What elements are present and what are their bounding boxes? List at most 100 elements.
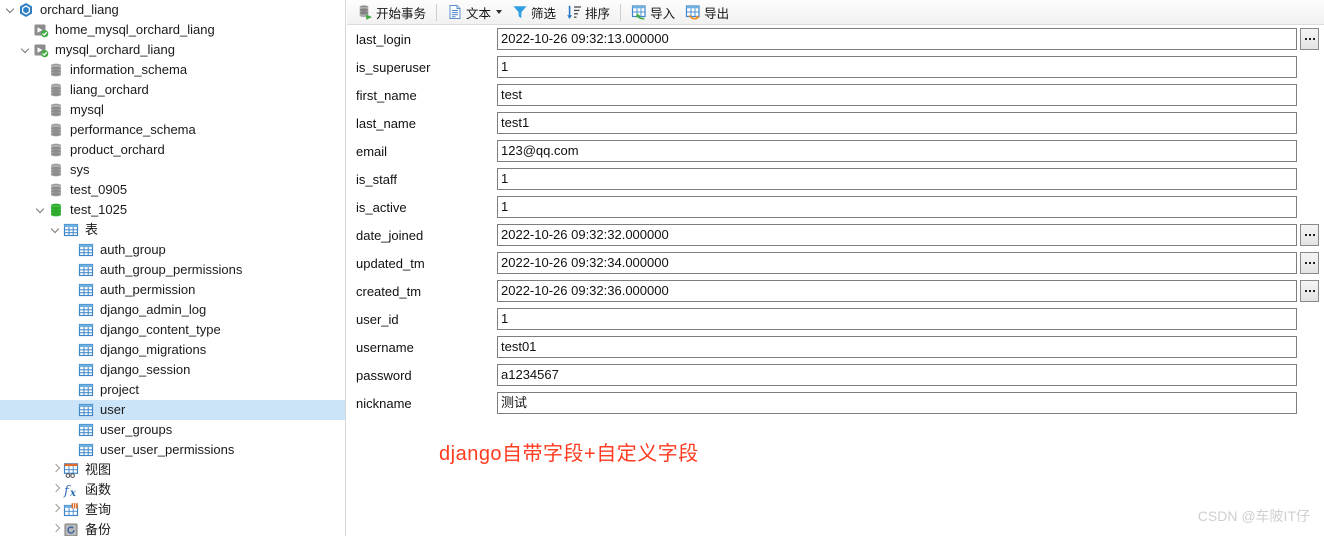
- tree-item-test_1025[interactable]: test_1025: [0, 200, 345, 220]
- field-input-updated_tm[interactable]: 2022-10-26 09:32:34.000000: [497, 252, 1297, 274]
- toolbar-button-import[interactable]: 导入: [626, 2, 680, 23]
- record-form[interactable]: last_login 2022-10-26 09:32:13.000000 is_s…: [347, 25, 1324, 536]
- tree-item-django_session[interactable]: django_session: [0, 360, 345, 380]
- tree-item-label: django_session: [100, 362, 191, 377]
- field-label-is_active: is_active: [356, 200, 407, 215]
- table-icon: [78, 302, 96, 318]
- tree-item-performance_schema[interactable]: performance_schema: [0, 120, 345, 140]
- field-label-password: password: [356, 368, 412, 383]
- database-icon: [48, 122, 66, 138]
- field-input-is_superuser[interactable]: 1: [497, 56, 1297, 78]
- tree-item-user_groups[interactable]: user_groups: [0, 420, 345, 440]
- field-input-last_name[interactable]: test1: [497, 112, 1297, 134]
- field-input-user_id[interactable]: 1: [497, 308, 1297, 330]
- field-label-nickname: nickname: [356, 396, 412, 411]
- tree-item-home_mysql_orchard_liang[interactable]: home_mysql_orchard_liang: [0, 20, 345, 40]
- tree-item-django_migrations[interactable]: django_migrations: [0, 340, 345, 360]
- field-input-nickname[interactable]: 测试: [497, 392, 1297, 414]
- tree-item-test_0905[interactable]: test_0905: [0, 180, 345, 200]
- field-editor-button-updated_tm[interactable]: [1300, 252, 1319, 274]
- field-input-first_name[interactable]: test: [497, 84, 1297, 106]
- field-input-password[interactable]: a1234567: [497, 364, 1297, 386]
- field-label-first_name: first_name: [356, 88, 417, 103]
- field-editor-button-date_joined[interactable]: [1300, 224, 1319, 246]
- chevron-down-icon[interactable]: [496, 10, 503, 14]
- chevron-right-icon[interactable]: [49, 480, 63, 500]
- form-toolbar[interactable]: 开始事务 文本 筛选 排序 导入 导出: [347, 0, 1324, 25]
- chevron-right-icon[interactable]: [49, 460, 63, 480]
- field-input-date_joined[interactable]: 2022-10-26 09:32:32.000000: [497, 224, 1297, 246]
- functions-icon: fx: [63, 482, 81, 498]
- tree-item-label: 备份: [85, 522, 112, 536]
- toolbar-button-sort[interactable]: 排序: [561, 2, 615, 23]
- export-icon: [685, 4, 701, 20]
- sort-icon: [566, 4, 582, 20]
- table-icon: [78, 242, 96, 258]
- csdn-watermark: CSDN @车陂IT仔: [1197, 508, 1310, 524]
- annotation-text: django自带字段+自定义字段: [439, 443, 699, 465]
- chevron-down-icon[interactable]: [4, 0, 18, 20]
- chevron-down-icon[interactable]: [19, 40, 33, 60]
- chevron-right-icon[interactable]: [49, 500, 63, 520]
- tree-item-视图[interactable]: 视图: [0, 460, 345, 480]
- tree-item-mysql_orchard_liang[interactable]: mysql_orchard_liang: [0, 40, 345, 60]
- toolbar-button-label: 排序: [585, 6, 611, 21]
- tree-item-auth_group_permissions[interactable]: auth_group_permissions: [0, 260, 345, 280]
- tree-item-label: project: [100, 382, 140, 397]
- chevron-right-icon[interactable]: [49, 520, 63, 536]
- field-input-is_active[interactable]: 1: [497, 196, 1297, 218]
- chevron-down-icon[interactable]: [34, 200, 48, 220]
- field-input-is_staff[interactable]: 1: [497, 168, 1297, 190]
- tree-item-label: orchard_liang: [40, 2, 119, 17]
- tree-item-information_schema[interactable]: information_schema: [0, 60, 345, 80]
- tables-folder-icon: [63, 222, 81, 238]
- form-row-email: email 123@qq.com: [347, 140, 1324, 164]
- tree-item-liang_orchard[interactable]: liang_orchard: [0, 80, 345, 100]
- tree-item-django_admin_log[interactable]: django_admin_log: [0, 300, 345, 320]
- field-input-last_login[interactable]: 2022-10-26 09:32:13.000000: [497, 28, 1297, 50]
- chevron-down-icon[interactable]: [49, 220, 63, 240]
- field-editor-button-last_login[interactable]: [1300, 28, 1319, 50]
- tree-item-orchard_liang[interactable]: orchard_liang: [0, 0, 345, 20]
- form-row-first_name: first_name test: [347, 84, 1324, 108]
- tree-item-auth_permission[interactable]: auth_permission: [0, 280, 345, 300]
- tree-item-查询[interactable]: 查询: [0, 500, 345, 520]
- field-editor-button-created_tm[interactable]: [1300, 280, 1319, 302]
- table-icon: [78, 282, 96, 298]
- field-input-email[interactable]: 123@qq.com: [497, 140, 1297, 162]
- field-input-created_tm[interactable]: 2022-10-26 09:32:36.000000: [497, 280, 1297, 302]
- tree-item-product_orchard[interactable]: product_orchard: [0, 140, 345, 160]
- toolbar-button-filter[interactable]: 筛选: [507, 2, 561, 23]
- tree-item-project[interactable]: project: [0, 380, 345, 400]
- tree-item-user[interactable]: user: [0, 400, 345, 420]
- database-icon: [48, 102, 66, 118]
- tree-item-user_user_permissions[interactable]: user_user_permissions: [0, 440, 345, 460]
- tree-item-label: liang_orchard: [70, 82, 149, 97]
- tree-item-label: information_schema: [70, 62, 188, 77]
- tree-item-django_content_type[interactable]: django_content_type: [0, 320, 345, 340]
- toolbar-button-text[interactable]: 文本: [442, 2, 507, 23]
- navicat-window: orchard_liang home_mysql_orchard_liangmys…: [0, 0, 1324, 536]
- main-panel: 开始事务 文本 筛选 排序 导入 导出 last_login 2022-10-26 09:3…: [347, 0, 1324, 536]
- tree-item-mysql[interactable]: mysql: [0, 100, 345, 120]
- object-tree-sidebar[interactable]: orchard_liang home_mysql_orchard_liangmys…: [0, 0, 346, 536]
- tree-item-label: mysql_orchard_liang: [55, 42, 175, 57]
- toolbar-button-export[interactable]: 导出: [680, 2, 734, 23]
- form-row-updated_tm: updated_tm 2022-10-26 09:32:34.000000: [347, 252, 1324, 276]
- tree-item-label: django_admin_log: [100, 302, 207, 317]
- tree-item-sys[interactable]: sys: [0, 160, 345, 180]
- tree-item-表[interactable]: 表: [0, 220, 345, 240]
- form-row-is_staff: is_staff 1: [347, 168, 1324, 192]
- field-input-username[interactable]: test01: [497, 336, 1297, 358]
- toolbar-button-label: 开始事务: [376, 6, 427, 21]
- field-label-date_joined: date_joined: [356, 228, 424, 243]
- tree-item-auth_group[interactable]: auth_group: [0, 240, 345, 260]
- tree-item-函数[interactable]: f x 函数: [0, 480, 345, 500]
- tree-item-备份[interactable]: 备份: [0, 520, 345, 536]
- toolbar-button-begin-transaction[interactable]: 开始事务: [352, 2, 431, 23]
